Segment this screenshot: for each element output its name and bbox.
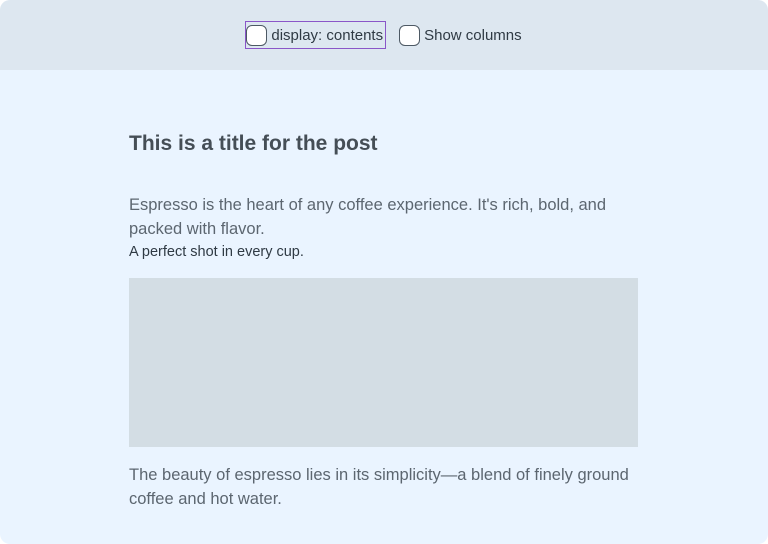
show-columns-label: Show columns	[424, 26, 522, 44]
lead-paragraph: Espresso is the heart of any coffee expe…	[129, 196, 607, 238]
image-placeholder	[129, 278, 638, 447]
display-contents-checkbox[interactable]	[246, 24, 268, 46]
post-title: This is a title for the post	[129, 132, 378, 155]
controls-bar: display: contents Show columns	[0, 0, 768, 70]
display-contents-label: display: contents	[271, 26, 384, 44]
demo-frame: display: contents Show columns This is a…	[0, 0, 768, 544]
body-paragraph: The beauty of espresso lies in its simpl…	[129, 466, 629, 508]
display-contents-toggle[interactable]: display: contents	[245, 21, 387, 49]
show-columns-checkbox[interactable]	[399, 24, 421, 46]
show-columns-toggle[interactable]: Show columns	[399, 22, 522, 48]
post-content: This is a title for the post Espresso is…	[129, 70, 638, 511]
post-tagline: A perfect shot in every cup.	[129, 244, 304, 260]
